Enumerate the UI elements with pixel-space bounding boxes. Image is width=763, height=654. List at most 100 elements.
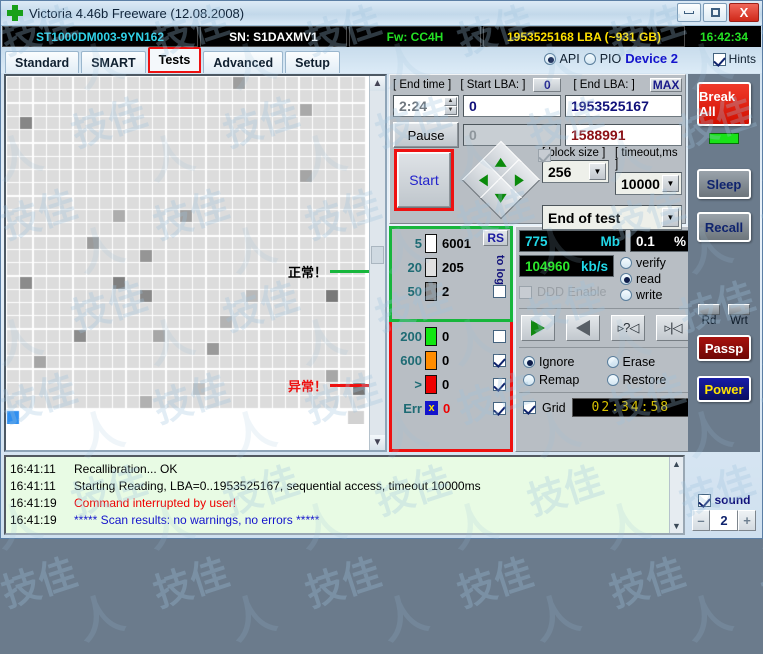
sound-volume-stepper[interactable]: – 2 + — [692, 510, 756, 531]
log-scrollbar[interactable]: ▲ ▼ — [669, 457, 683, 533]
radio-read[interactable] — [620, 273, 632, 285]
divider — [519, 392, 692, 393]
end-of-test-combo[interactable]: End of test ▼ — [542, 205, 682, 230]
pause-button[interactable]: Pause — [393, 122, 459, 148]
radio-write[interactable] — [620, 289, 632, 301]
chevron-down-icon[interactable]: ▼ — [589, 163, 606, 180]
timeout-combo[interactable]: 10000 ▼ — [615, 172, 682, 195]
stat-row-50ms: 50 2 — [396, 279, 506, 303]
end-lba-max-button[interactable]: MAX — [650, 77, 682, 92]
action-remap[interactable]: Remap — [523, 373, 607, 387]
mode-verify[interactable]: verify — [620, 256, 692, 270]
volume-minus-button[interactable]: – — [692, 510, 710, 531]
chevron-down-icon[interactable]: ▼ — [662, 208, 679, 227]
stat-log-checkbox[interactable] — [493, 353, 506, 367]
grid-label: Grid — [542, 400, 566, 415]
stat-count: 0 — [443, 400, 451, 416]
log-scroll-down-icon[interactable]: ▼ — [672, 521, 681, 533]
end-time-up-icon[interactable]: ▲ — [444, 96, 457, 106]
stats-error-panel: 200 0 600 0 > 0 Err x 0 — [389, 322, 513, 452]
passport-button[interactable]: Passp — [697, 335, 751, 361]
stat-row-err: Err x 0 — [396, 396, 506, 420]
stat-row-20ms: 20 205 — [396, 255, 482, 279]
action-buttons-column: Break All Sleep Recall Rd Wrt Passp Powe… — [688, 74, 760, 452]
radio-restore[interactable] — [606, 374, 619, 386]
stat-threshold: 200 — [400, 328, 422, 344]
stat-log-checkbox[interactable] — [493, 329, 506, 343]
end-of-test-value: End of test — [548, 209, 621, 226]
dpad-enable-checkbox-wrap — [538, 149, 551, 167]
map-scroll-down-icon[interactable]: ▼ — [370, 435, 385, 450]
radio-erase[interactable] — [606, 356, 619, 368]
log-box[interactable]: 16:41:11 Recallibration... OK 16:41:11 S… — [4, 455, 685, 535]
tab-smart[interactable]: SMART — [81, 51, 146, 73]
tab-setup[interactable]: Setup — [285, 51, 340, 73]
block-size-combo[interactable]: 256 ▼ — [542, 160, 609, 183]
recall-button[interactable]: Recall — [697, 212, 751, 242]
radio-verify[interactable] — [620, 257, 632, 269]
seek-backward-button[interactable] — [566, 315, 600, 341]
map-scroll-thumb[interactable] — [371, 246, 384, 264]
stat-swatch — [425, 350, 437, 370]
tab-tests[interactable]: Tests — [147, 47, 202, 73]
rs-button[interactable]: RS — [483, 230, 508, 246]
tab-standard[interactable]: Standard — [5, 51, 80, 73]
butterfly-seek-button[interactable]: ▹|◁ — [656, 315, 690, 341]
start-lba-zero-button[interactable]: 0 — [533, 77, 562, 92]
stat-log-checkbox[interactable] — [493, 284, 506, 298]
surface-grid-canvas[interactable] — [6, 76, 369, 424]
maximize-button[interactable] — [703, 3, 727, 22]
end-time-field[interactable]: 2:24 ▲ ▼ — [393, 94, 459, 117]
drive-capacity: 1953525168 LBA (~931 GB) — [483, 26, 685, 47]
sleep-button[interactable]: Sleep — [697, 169, 751, 199]
start-button-highlight: Start — [394, 149, 454, 211]
chevron-down-icon[interactable]: ▼ — [662, 175, 679, 192]
surface-map[interactable]: 正常！ 异常！ — [6, 76, 369, 450]
hints-checkbox[interactable] — [712, 52, 726, 66]
surface-map-panel: 正常！ 异常！ ▲ ▼ — [4, 74, 387, 452]
hints-toggle[interactable]: Hints — [712, 52, 756, 66]
stat-log-checkbox[interactable] — [493, 401, 506, 415]
mode-write[interactable]: write — [620, 288, 692, 302]
action-restore[interactable]: Restore — [606, 373, 691, 387]
volume-plus-button[interactable]: + — [738, 510, 756, 531]
stat-row-200ms: 200 0 — [396, 324, 506, 348]
tab-advanced[interactable]: Advanced — [203, 51, 284, 73]
radio-remap[interactable] — [523, 374, 535, 386]
seek-forward-button[interactable] — [521, 315, 555, 341]
radio-pio[interactable] — [583, 52, 596, 65]
stat-swatch — [425, 233, 437, 253]
radio-ignore[interactable] — [523, 356, 535, 368]
end-lba-field[interactable]: 1953525167 — [565, 94, 682, 117]
start-lba-field[interactable]: 0 — [463, 94, 561, 117]
action-erase[interactable]: Erase — [606, 355, 691, 369]
action-ignore[interactable]: Ignore — [523, 355, 607, 369]
watermark-text: 人 — [69, 585, 131, 651]
current-lba-field[interactable]: 1588991 — [565, 124, 682, 146]
map-scroll-up-icon[interactable]: ▲ — [370, 76, 385, 91]
speed-readout: 104960 kb/s — [519, 255, 614, 277]
sound-toggle[interactable]: sound — [697, 493, 751, 507]
power-button[interactable]: Power — [697, 376, 751, 402]
minimize-button[interactable] — [677, 3, 701, 22]
window-controls: X — [677, 3, 759, 22]
map-scrollbar[interactable]: ▲ ▼ — [369, 76, 385, 450]
stat-log-checkbox[interactable] — [493, 377, 506, 391]
pio-label: PIO — [599, 51, 622, 66]
break-all-button[interactable]: Break All — [697, 82, 751, 126]
stats-column: RS to log: 5 6001 20 205 50 2 200 0 600 … — [389, 226, 513, 452]
triangle-down-icon — [495, 193, 507, 203]
sound-checkbox[interactable] — [697, 493, 711, 507]
log-scroll-up-icon[interactable]: ▲ — [672, 457, 681, 469]
ddd-enable-checkbox[interactable] — [519, 285, 532, 299]
random-seek-button[interactable]: ▹?◁ — [611, 315, 645, 341]
watermark-text: 人 — [221, 585, 283, 651]
grid-checkbox[interactable] — [523, 401, 536, 414]
dpad-enable-checkbox[interactable] — [538, 149, 551, 162]
end-time-down-icon[interactable]: ▼ — [444, 105, 457, 115]
start-button[interactable]: Start — [397, 152, 451, 208]
radio-api[interactable] — [543, 52, 556, 65]
annotation-abnormal-line — [330, 384, 369, 387]
close-button[interactable]: X — [729, 3, 759, 22]
mode-read[interactable]: read — [620, 272, 692, 286]
